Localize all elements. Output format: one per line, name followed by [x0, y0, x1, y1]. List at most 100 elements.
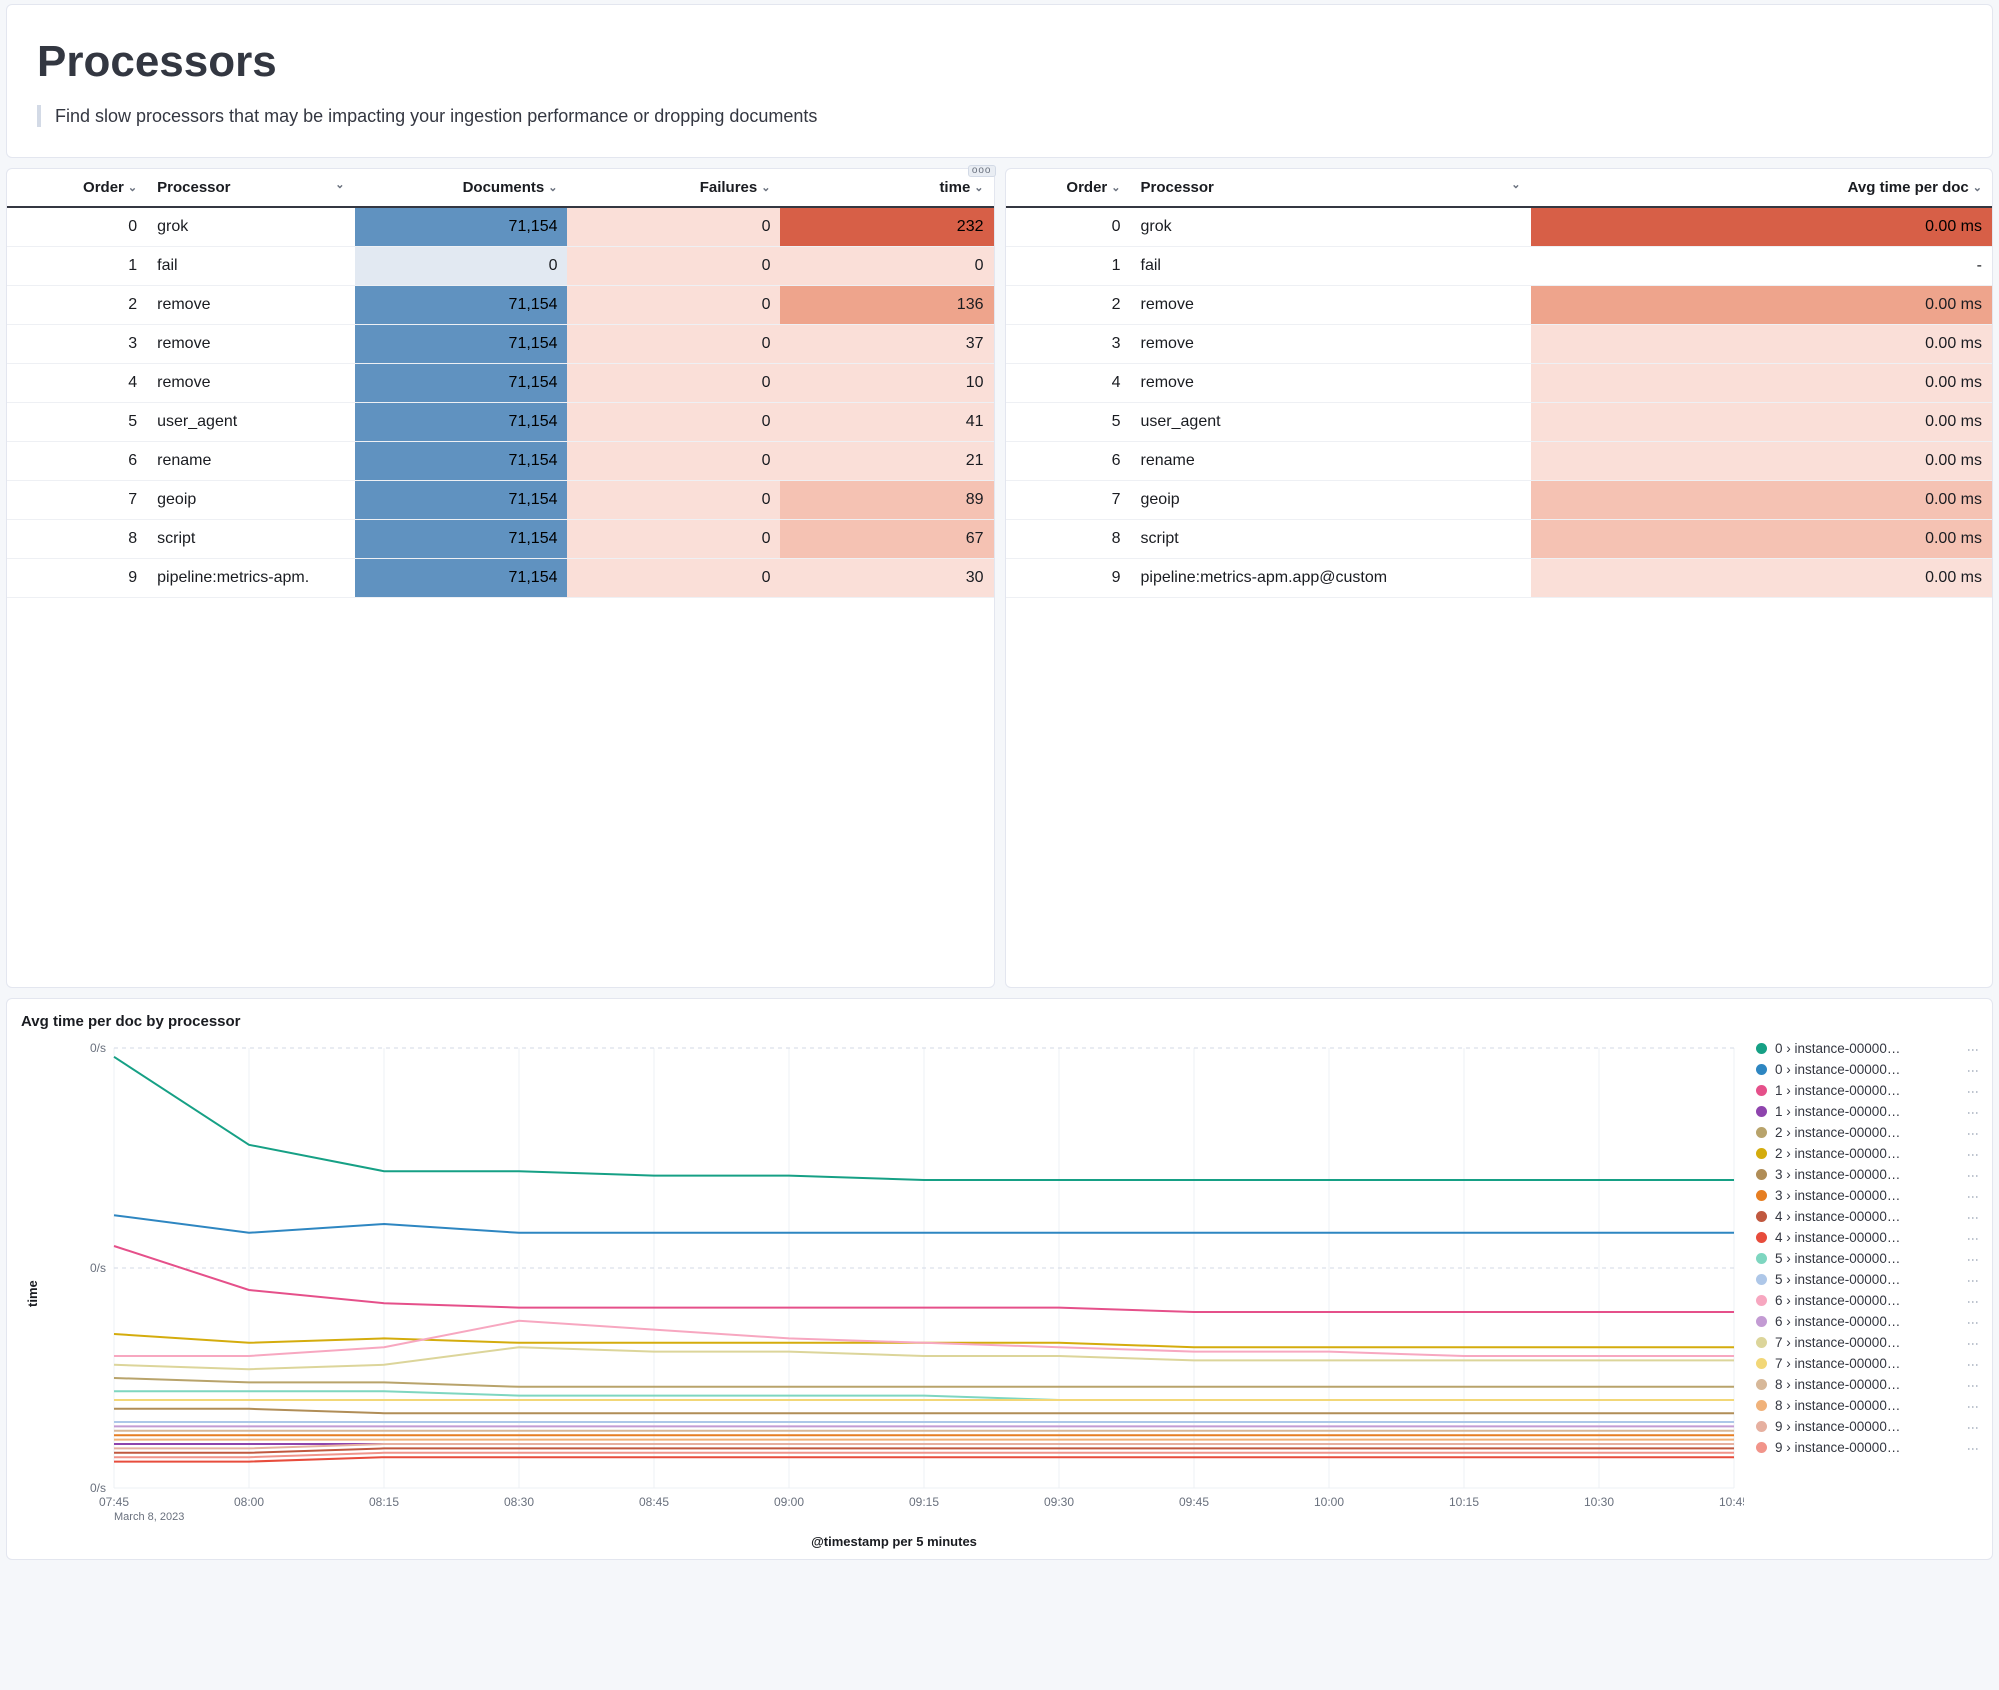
table-row[interactable]: 9pipeline:metrics-apm.app@custom0.00 ms — [1006, 559, 1993, 598]
cell-failures: 0 — [567, 481, 780, 520]
table-row[interactable]: 9pipeline:metrics-apm.71,154030 — [7, 559, 994, 598]
cell-processor: remove — [1131, 286, 1531, 325]
cell-processor: user_agent — [1131, 403, 1531, 442]
legend-item[interactable]: 8 › instance-00000… — [1754, 1374, 1984, 1395]
subtitle-divider — [37, 105, 41, 127]
table-row[interactable]: 3remove0.00 ms — [1006, 325, 1993, 364]
table-row[interactable]: 1fail000 — [7, 247, 994, 286]
legend-more-icon[interactable] — [1964, 1422, 1982, 1432]
table-row[interactable]: 0grok0.00 ms — [1006, 207, 1993, 247]
legend-item[interactable]: 4 › instance-00000… — [1754, 1206, 1984, 1227]
legend-item[interactable]: 2 › instance-00000… — [1754, 1122, 1984, 1143]
legend-item[interactable]: 5 › instance-00000… — [1754, 1248, 1984, 1269]
col-order[interactable]: Order⌄ — [7, 169, 147, 207]
legend-more-icon[interactable] — [1964, 1149, 1982, 1159]
cell-documents: 71,154 — [355, 481, 568, 520]
legend-more-icon[interactable] — [1964, 1065, 1982, 1075]
table-row[interactable]: 6rename0.00 ms — [1006, 442, 1993, 481]
legend-more-icon[interactable] — [1964, 1275, 1982, 1285]
legend-more-icon[interactable] — [1964, 1317, 1982, 1327]
legend-label: 5 › instance-00000… — [1775, 1251, 1956, 1266]
col-processor[interactable]: Processor⌄ — [147, 169, 354, 207]
cell-documents: 71,154 — [355, 325, 568, 364]
legend-label: 9 › instance-00000… — [1775, 1440, 1956, 1455]
legend-more-icon[interactable] — [1964, 1338, 1982, 1348]
cell-order: 4 — [7, 364, 147, 403]
legend-swatch — [1756, 1442, 1767, 1453]
legend-item[interactable]: 0 › instance-00000… — [1754, 1059, 1984, 1080]
legend-more-icon[interactable] — [1964, 1191, 1982, 1201]
chevron-down-icon: ⌄ — [128, 181, 137, 194]
table-row[interactable]: 2remove71,1540136 — [7, 286, 994, 325]
legend-more-icon[interactable] — [1964, 1233, 1982, 1243]
legend-item[interactable]: 1 › instance-00000… — [1754, 1080, 1984, 1101]
legend-more-icon[interactable] — [1964, 1212, 1982, 1222]
cell-order: 7 — [1006, 481, 1131, 520]
col-failures[interactable]: Failures⌄ — [567, 169, 780, 207]
table-row[interactable]: 8script71,154067 — [7, 520, 994, 559]
cell-order: 6 — [7, 442, 147, 481]
legend-more-icon[interactable] — [1964, 1254, 1982, 1264]
table-row[interactable]: 2remove0.00 ms — [1006, 286, 1993, 325]
chart-plot[interactable]: 07:4508:0008:1508:3008:4509:0009:1509:30… — [44, 1038, 1744, 1528]
legend-item[interactable]: 0 › instance-00000… — [1754, 1038, 1984, 1059]
legend-item[interactable]: 5 › instance-00000… — [1754, 1269, 1984, 1290]
table-row[interactable]: 8script0.00 ms — [1006, 520, 1993, 559]
legend-item[interactable]: 4 › instance-00000… — [1754, 1227, 1984, 1248]
chart-legend: 0 › instance-00000…0 › instance-00000…1 … — [1754, 1038, 1984, 1549]
cell-avg: 0.00 ms — [1531, 207, 1993, 247]
legend-item[interactable]: 7 › instance-00000… — [1754, 1353, 1984, 1374]
page-subtitle: Find slow processors that may be impacti… — [55, 106, 817, 127]
svg-text:08:45: 08:45 — [639, 1495, 669, 1509]
legend-more-icon[interactable] — [1964, 1086, 1982, 1096]
legend-more-icon[interactable] — [1964, 1359, 1982, 1369]
legend-more-icon[interactable] — [1964, 1401, 1982, 1411]
cell-processor: user_agent — [147, 403, 354, 442]
legend-item[interactable]: 6 › instance-00000… — [1754, 1311, 1984, 1332]
table-row[interactable]: 3remove71,154037 — [7, 325, 994, 364]
table-row[interactable]: 0grok71,1540232 — [7, 207, 994, 247]
table-row[interactable]: 4remove0.00 ms — [1006, 364, 1993, 403]
legend-more-icon[interactable] — [1964, 1128, 1982, 1138]
legend-item[interactable]: 3 › instance-00000… — [1754, 1185, 1984, 1206]
cell-time: 232 — [780, 207, 993, 247]
table-row[interactable]: 4remove71,154010 — [7, 364, 994, 403]
legend-more-icon[interactable] — [1964, 1170, 1982, 1180]
cell-order: 2 — [1006, 286, 1131, 325]
cell-order: 3 — [7, 325, 147, 364]
col-documents[interactable]: Documents⌄ — [355, 169, 568, 207]
legend-more-icon[interactable] — [1964, 1296, 1982, 1306]
table-row[interactable]: 5user_agent71,154041 — [7, 403, 994, 442]
col-processor[interactable]: Processor⌄ — [1131, 169, 1531, 207]
cell-failures: 0 — [567, 520, 780, 559]
col-order[interactable]: Order⌄ — [1006, 169, 1131, 207]
legend-more-icon[interactable] — [1964, 1380, 1982, 1390]
legend-item[interactable]: 1 › instance-00000… — [1754, 1101, 1984, 1122]
cell-time: 67 — [780, 520, 993, 559]
cell-order: 0 — [7, 207, 147, 247]
legend-item[interactable]: 3 › instance-00000… — [1754, 1164, 1984, 1185]
legend-more-icon[interactable] — [1964, 1107, 1982, 1117]
col-avg[interactable]: Avg time per doc⌄ — [1531, 169, 1993, 207]
legend-item[interactable]: 9 › instance-00000… — [1754, 1416, 1984, 1437]
table-row[interactable]: 7geoip0.00 ms — [1006, 481, 1993, 520]
cell-processor: rename — [1131, 442, 1531, 481]
legend-swatch — [1756, 1316, 1767, 1327]
table-row[interactable]: 5user_agent0.00 ms — [1006, 403, 1993, 442]
page-title: Processors — [37, 37, 1962, 87]
cell-time: 41 — [780, 403, 993, 442]
table-row[interactable]: 7geoip71,154089 — [7, 481, 994, 520]
legend-more-icon[interactable] — [1964, 1044, 1982, 1054]
legend-item[interactable]: 2 › instance-00000… — [1754, 1143, 1984, 1164]
legend-item[interactable]: 7 › instance-00000… — [1754, 1332, 1984, 1353]
header-panel: Processors Find slow processors that may… — [6, 4, 1993, 158]
table-row[interactable]: 1fail- — [1006, 247, 1993, 286]
table-row[interactable]: 6rename71,154021 — [7, 442, 994, 481]
cell-order: 9 — [1006, 559, 1131, 598]
processors-table: Order⌄ Processor⌄ Documents⌄ Failures⌄ t… — [7, 169, 994, 598]
legend-item[interactable]: 6 › instance-00000… — [1754, 1290, 1984, 1311]
col-time[interactable]: time⌄ — [780, 169, 993, 207]
legend-more-icon[interactable] — [1964, 1443, 1982, 1453]
legend-item[interactable]: 8 › instance-00000… — [1754, 1395, 1984, 1416]
legend-item[interactable]: 9 › instance-00000… — [1754, 1437, 1984, 1458]
